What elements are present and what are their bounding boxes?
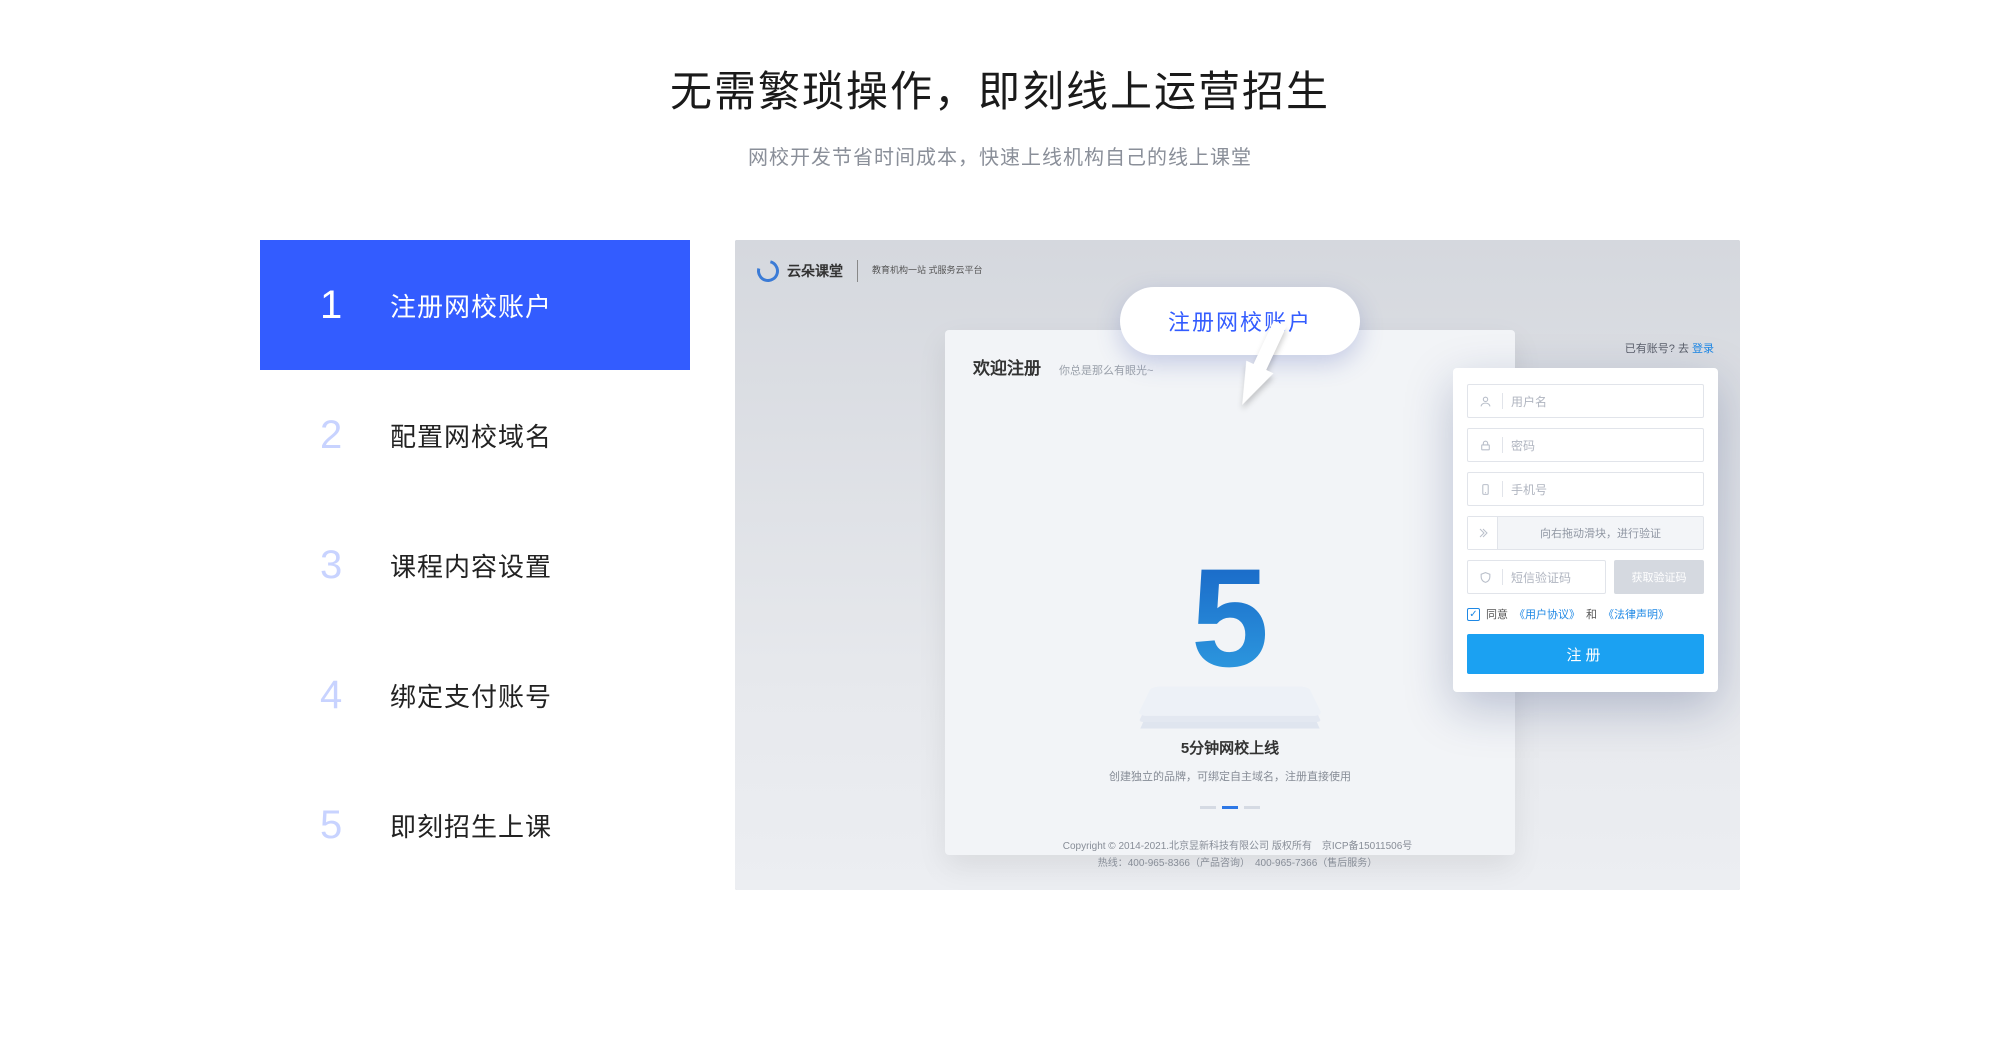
step-label: 即刻招生上课 xyxy=(390,807,552,844)
registration-form: 用户名 密码 手机号 xyxy=(1453,368,1718,692)
step-number: 5 xyxy=(320,803,390,848)
login-prompt: 已有账号? 去 登录 xyxy=(1625,340,1714,356)
shield-icon xyxy=(1476,568,1494,586)
user-agreement-link[interactable]: 《用户协议》 xyxy=(1514,606,1580,622)
step-number: 1 xyxy=(320,283,390,328)
page-subtitle: 网校开发节省时间成本，快速上线机构自己的线上课堂 xyxy=(0,141,2000,170)
step-3[interactable]: 3 课程内容设置 xyxy=(260,500,690,630)
step-label: 配置网校域名 xyxy=(390,417,552,454)
preview-panel: 云朵课堂 教育机构一站 式服务云平台 欢迎注册 你总是那么有眼光~ 5 5分钟网… xyxy=(735,240,1740,890)
step-label: 注册网校账户 xyxy=(390,287,552,324)
welcome-card: 欢迎注册 你总是那么有眼光~ 5 5分钟网校上线 创建独立的品牌，可绑定自主域名… xyxy=(945,330,1515,855)
phone-placeholder: 手机号 xyxy=(1511,481,1547,498)
preview-inner: 云朵课堂 教育机构一站 式服务云平台 欢迎注册 你总是那么有眼光~ 5 5分钟网… xyxy=(735,240,1740,890)
card-subtitle: 你总是那么有眼光~ xyxy=(1059,362,1153,378)
cloud-logo-icon xyxy=(753,256,783,286)
user-icon xyxy=(1476,392,1494,410)
step-4[interactable]: 4 绑定支付账号 xyxy=(260,630,690,760)
password-placeholder: 密码 xyxy=(1511,437,1535,454)
step-2[interactable]: 2 配置网校域名 xyxy=(260,370,690,500)
card-caption: 5分钟网校上线 xyxy=(945,737,1515,758)
card-caption-sub: 创建独立的品牌，可绑定自主域名，注册直接使用 xyxy=(945,768,1515,784)
agree-and: 和 xyxy=(1586,606,1597,622)
register-button[interactable]: 注册 xyxy=(1467,634,1704,674)
sms-code-field[interactable]: 短信验证码 xyxy=(1467,560,1606,594)
agree-text: 同意 xyxy=(1486,606,1508,622)
carousel-dots[interactable] xyxy=(945,806,1515,809)
footer-copyright: Copyright © 2014-2021.北京昱新科技有限公司 版权所有 京I… xyxy=(735,838,1740,855)
get-code-button[interactable]: 获取验证码 xyxy=(1614,560,1704,594)
password-field[interactable]: 密码 xyxy=(1467,428,1704,462)
logo-tagline: 教育机构一站 式服务云平台 xyxy=(872,265,983,276)
username-field[interactable]: 用户名 xyxy=(1467,384,1704,418)
card-title: 欢迎注册 xyxy=(973,354,1041,379)
plate-illustration xyxy=(1137,687,1323,716)
step-number: 2 xyxy=(320,413,390,458)
big-number-5: 5 xyxy=(1191,555,1269,681)
preview-footer: Copyright © 2014-2021.北京昱新科技有限公司 版权所有 京I… xyxy=(735,838,1740,872)
step-label: 绑定支付账号 xyxy=(390,677,552,714)
slider-handle-icon[interactable] xyxy=(1468,517,1498,549)
login-link[interactable]: 登录 xyxy=(1692,343,1714,355)
sms-code-placeholder: 短信验证码 xyxy=(1511,569,1571,586)
captcha-slider[interactable]: 向右拖动滑块，进行验证 xyxy=(1467,516,1704,550)
footer-hotline: 热线：400-965-8366（产品咨询） 400-965-7366（售后服务） xyxy=(735,855,1740,872)
step-label: 课程内容设置 xyxy=(390,547,552,584)
agree-checkbox[interactable]: ✓ xyxy=(1467,608,1480,621)
legal-statement-link[interactable]: 《法律声明》 xyxy=(1603,606,1669,622)
page-title: 无需繁琐操作，即刻线上运营招生 xyxy=(0,58,2000,119)
step-number: 3 xyxy=(320,543,390,588)
phone-icon xyxy=(1476,480,1494,498)
agree-row: ✓ 同意 《用户协议》 和 《法律声明》 xyxy=(1467,606,1704,622)
logo-text: 云朵课堂 xyxy=(787,261,843,281)
logo-bar: 云朵课堂 教育机构一站 式服务云平台 xyxy=(757,260,983,282)
phone-field[interactable]: 手机号 xyxy=(1467,472,1704,506)
logo-separator xyxy=(857,260,858,282)
username-placeholder: 用户名 xyxy=(1511,393,1547,410)
step-list: 1 注册网校账户 2 配置网校域名 3 课程内容设置 4 绑定支付账号 5 即刻… xyxy=(260,240,690,890)
step-1[interactable]: 1 注册网校账户 xyxy=(260,240,690,370)
callout-bubble: 注册网校账户 xyxy=(1120,287,1360,355)
step-number: 4 xyxy=(320,673,390,718)
step-5[interactable]: 5 即刻招生上课 xyxy=(260,760,690,890)
slider-text: 向右拖动滑块，进行验证 xyxy=(1498,525,1703,541)
lock-icon xyxy=(1476,436,1494,454)
login-prompt-text: 已有账号? 去 xyxy=(1625,343,1692,355)
